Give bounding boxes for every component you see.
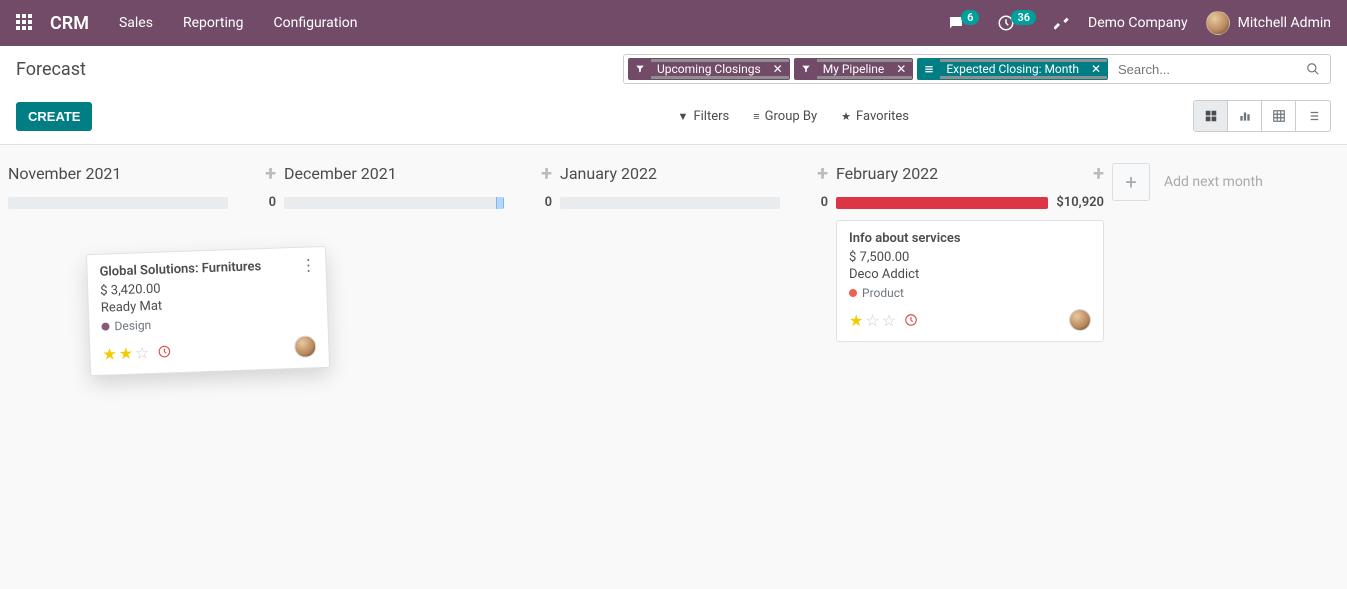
- facet-label: My Pipeline: [817, 62, 891, 76]
- priority-stars[interactable]: ★ ☆ ☆: [849, 311, 896, 330]
- column-add-button[interactable]: +: [817, 161, 828, 185]
- kanban-column-dec: December 2021 + 0: [284, 157, 552, 210]
- list-icon: ≡: [753, 110, 759, 123]
- column-total: 0: [236, 195, 276, 210]
- add-month-label: Add next month: [1164, 174, 1263, 190]
- facet-label: Upcoming Closings: [651, 62, 767, 76]
- card-customer: Deco Addict: [849, 267, 1091, 282]
- column-title: January 2022: [560, 164, 817, 183]
- column-progress[interactable]: [836, 197, 1048, 209]
- card-amount: $ 7,500.00: [849, 250, 1091, 265]
- filters-label: Filters: [693, 109, 729, 124]
- nav-sales[interactable]: Sales: [119, 15, 153, 31]
- search-icon[interactable]: [1300, 62, 1326, 76]
- navbar: CRM Sales Reporting Configuration 6 36 D…: [0, 0, 1347, 46]
- groupby-icon: [918, 59, 940, 79]
- user-avatar: [1206, 11, 1230, 35]
- column-add-button[interactable]: +: [541, 161, 552, 185]
- search-facet-groupby: Expected Closing: Month ✕: [917, 58, 1108, 80]
- column-progress[interactable]: [284, 197, 504, 209]
- tag-dot: [849, 289, 857, 297]
- column-progress[interactable]: [560, 197, 780, 209]
- search-bar[interactable]: Upcoming Closings ✕ My Pipeline ✕ Expect…: [623, 54, 1331, 84]
- kanban-card[interactable]: Info about services $ 7,500.00 Deco Addi…: [836, 220, 1104, 342]
- card-assignee-avatar[interactable]: [294, 335, 317, 358]
- star-icon[interactable]: ☆: [865, 311, 879, 330]
- activity-overdue-icon[interactable]: [157, 344, 171, 358]
- column-progress[interactable]: [8, 197, 228, 209]
- favorites-dropdown[interactable]: ★ Favorites: [841, 109, 909, 124]
- filter-icon: [629, 59, 651, 79]
- kanban-view-button[interactable]: [1194, 101, 1228, 131]
- tag-dot: [101, 322, 109, 330]
- wrench-icon: [1054, 15, 1070, 31]
- breadcrumb: Forecast: [16, 59, 86, 80]
- star-icon[interactable]: ☆: [135, 343, 150, 362]
- user-name: Mitchell Admin: [1238, 15, 1331, 31]
- card-assignee-avatar[interactable]: [1069, 309, 1091, 331]
- nav-reporting[interactable]: Reporting: [183, 15, 244, 31]
- facet-remove[interactable]: ✕: [1085, 62, 1107, 76]
- pivot-view-button[interactable]: [1262, 101, 1296, 131]
- messages-badge: 6: [961, 10, 979, 25]
- kanban-column-feb: February 2022 + $10,920 Info about servi…: [836, 157, 1104, 342]
- filters-dropdown[interactable]: ▼ Filters: [678, 109, 730, 124]
- view-switcher: [1193, 100, 1331, 132]
- add-month-button[interactable]: +: [1112, 163, 1150, 201]
- star-icon: ★: [841, 110, 851, 123]
- facet-label: Expected Closing: Month: [940, 62, 1085, 76]
- activity-overdue-icon[interactable]: [904, 313, 918, 327]
- tag-label: Product: [862, 286, 904, 300]
- list-view-button[interactable]: [1296, 101, 1330, 131]
- add-next-month: + Add next month: [1112, 157, 1263, 201]
- column-add-button[interactable]: +: [265, 161, 276, 185]
- filter-icon: ▼: [678, 110, 689, 123]
- card-title: Info about services: [849, 231, 1091, 246]
- activities-menu[interactable]: 36: [997, 14, 1036, 32]
- column-title: December 2021: [284, 164, 541, 183]
- tag-label: Design: [114, 318, 151, 333]
- create-button[interactable]: CREATE: [16, 102, 92, 131]
- search-facet-filter-upcoming: Upcoming Closings ✕: [628, 58, 790, 80]
- column-title: February 2022: [836, 164, 1093, 183]
- apps-icon[interactable]: [16, 14, 34, 32]
- debug-menu[interactable]: [1054, 15, 1070, 31]
- nav-configuration[interactable]: Configuration: [274, 15, 358, 31]
- facet-remove[interactable]: ✕: [767, 62, 789, 76]
- column-title: November 2021: [8, 164, 265, 183]
- column-add-button[interactable]: +: [1093, 161, 1104, 185]
- card-menu-icon[interactable]: ⋮: [300, 255, 316, 275]
- column-total: $10,920: [1056, 195, 1104, 210]
- priority-stars[interactable]: ★ ★ ☆: [102, 343, 150, 364]
- column-total: 0: [788, 195, 828, 210]
- control-panel: Forecast Upcoming Closings ✕ My Pipeline…: [0, 46, 1347, 145]
- column-total: 0: [512, 195, 552, 210]
- search-facet-filter-pipeline: My Pipeline ✕: [794, 58, 914, 80]
- graph-view-button[interactable]: [1228, 101, 1262, 131]
- company-switcher[interactable]: Demo Company: [1088, 15, 1188, 31]
- search-input[interactable]: [1112, 62, 1300, 77]
- activities-badge: 36: [1011, 10, 1036, 25]
- star-icon[interactable]: ☆: [882, 311, 896, 330]
- user-menu[interactable]: Mitchell Admin: [1206, 11, 1331, 35]
- star-icon[interactable]: ★: [118, 343, 133, 362]
- filter-icon: [795, 59, 817, 79]
- star-icon[interactable]: ★: [102, 344, 117, 363]
- star-icon[interactable]: ★: [849, 311, 863, 330]
- card-tag: Design: [101, 318, 151, 334]
- kanban-column-jan: January 2022 + 0: [560, 157, 828, 210]
- kanban-column-nov: November 2021 + 0: [8, 157, 276, 210]
- groupby-label: Group By: [765, 109, 818, 124]
- card-tag: Product: [849, 286, 904, 300]
- groupby-dropdown[interactable]: ≡ Group By: [753, 109, 817, 124]
- facet-remove[interactable]: ✕: [890, 62, 912, 76]
- kanban-card-dragging[interactable]: ⋮ Global Solutions: Furnitures $ 3,420.0…: [86, 246, 330, 376]
- favorites-label: Favorites: [856, 109, 909, 124]
- card-title: Global Solutions: Furnitures: [99, 257, 313, 279]
- messaging-menu[interactable]: 6: [947, 14, 979, 32]
- app-brand[interactable]: CRM: [50, 13, 89, 34]
